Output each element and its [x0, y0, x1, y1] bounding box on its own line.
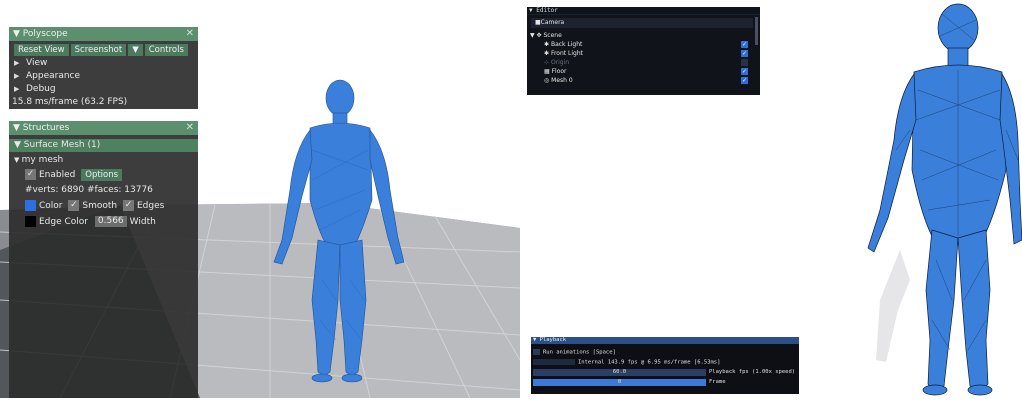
- origin-icon: ⊹: [544, 59, 550, 66]
- controls-button[interactable]: Controls: [144, 44, 188, 56]
- structures-panel-header[interactable]: ▼ Structures ✕: [9, 121, 198, 135]
- run-animations-label: Run animations [Space]: [543, 349, 616, 356]
- internal-stats-label: Internal 143.9 fps @ 6.95 ms/frame [6.53…: [578, 359, 721, 366]
- tree-item-appearance[interactable]: ▶ Appearance: [9, 70, 198, 83]
- collapse-triangle-icon: ▼: [530, 32, 535, 39]
- front-light-visibility-checkbox[interactable]: ✓: [741, 50, 748, 57]
- floor-visibility-checkbox[interactable]: ✓: [741, 68, 748, 75]
- polyscope-viewport[interactable]: ▼ Polyscope ✕ Reset View Screenshot ▼ Contr…: [0, 0, 520, 398]
- camera-label: Camera: [540, 19, 565, 26]
- reset-view-button[interactable]: Reset View: [14, 44, 69, 56]
- tree-item-label: View: [26, 58, 48, 68]
- scene-tree-header[interactable]: ▼ ✥ Scene: [527, 31, 760, 40]
- scene-item-label: Mesh 0: [551, 77, 573, 84]
- group-label: Surface Mesh (1): [23, 140, 101, 150]
- polyscope-panel: ▼ Polyscope ✕ Reset View Screenshot ▼ Contr…: [9, 27, 198, 109]
- scene-item-floor[interactable]: ▦ Floor ✓: [527, 67, 760, 76]
- scene-icon: ✥: [536, 32, 542, 39]
- light-icon: ✱: [544, 41, 550, 48]
- scene-item-label: Front Light: [550, 50, 584, 57]
- editor-panel-header[interactable]: ▼ Editor: [527, 7, 760, 15]
- editor-panel: ▼ Editor ■Camera ▼ ✥ Scene ✱ Back Light …: [527, 7, 760, 95]
- frame-slider[interactable]: 0: [533, 379, 706, 386]
- enabled-checkbox[interactable]: ✓: [25, 169, 36, 180]
- playback-title: Playback: [539, 337, 567, 343]
- mesh-icon: ◎: [544, 77, 550, 84]
- scene-label: Scene: [543, 32, 562, 39]
- mesh-0-visibility-checkbox[interactable]: ✓: [741, 77, 748, 84]
- editor-title: Editor: [536, 7, 558, 14]
- tree-item-label: Debug: [26, 84, 56, 94]
- scene-item-label: Origin: [550, 59, 570, 66]
- edges-checkbox[interactable]: ✓: [122, 200, 134, 211]
- mesh-tree-item[interactable]: ▼ my mesh: [9, 154, 198, 167]
- structures-panel: ▼ Structures ✕ ▼ Surface Mesh (1) ▼ my m…: [9, 121, 198, 398]
- scene-item-front-light[interactable]: ✱ Front Light ✓: [527, 49, 760, 58]
- collapse-triangle-icon: ▼: [14, 140, 24, 150]
- edges-label: Edges: [136, 201, 165, 211]
- edge-width-field[interactable]: 0.566: [94, 216, 127, 227]
- playback-fps-label: Playback fps (1.00x speed): [709, 369, 796, 375]
- playback-panel: ▼ Playback Run animations [Space] Intern…: [531, 337, 799, 394]
- collapse-triangle-icon[interactable]: ▼: [13, 123, 20, 133]
- color-label: Color: [39, 201, 63, 211]
- screenshot-button[interactable]: Screenshot: [70, 44, 127, 56]
- origin-visibility-checkbox[interactable]: [741, 59, 748, 66]
- enabled-label: Enabled: [39, 170, 76, 180]
- smooth-checkbox[interactable]: ✓: [68, 200, 80, 211]
- expand-triangle-icon: ▶: [14, 72, 20, 80]
- scene-item-mesh-0[interactable]: ◎ Mesh 0 ✓: [527, 76, 760, 85]
- polyscope-button-row: Reset View Screenshot ▼ Controls: [9, 44, 198, 57]
- tree-item-label: Appearance: [26, 71, 81, 81]
- polyscope-panel-header[interactable]: ▼ Polyscope ✕: [9, 27, 198, 41]
- tree-item-view[interactable]: ▶ View: [9, 57, 198, 70]
- color-row: Color ✓ Smooth ✓ Edges: [9, 200, 198, 213]
- scene-item-label: Floor: [551, 68, 567, 75]
- floor-icon: ▦: [544, 68, 550, 75]
- playback-panel-header[interactable]: ▼ Playback: [531, 337, 799, 344]
- expand-triangle-icon: ▶: [14, 85, 20, 93]
- collapse-triangle-icon[interactable]: ▼: [13, 29, 20, 39]
- scene-item-origin[interactable]: ⊹ Origin: [527, 58, 760, 67]
- tree-item-debug[interactable]: ▶ Debug: [9, 83, 198, 96]
- screenshot-options-arrow-icon[interactable]: ▼: [128, 44, 143, 56]
- internal-stats-bar: [533, 359, 575, 365]
- expand-triangle-icon: ▶: [14, 59, 20, 67]
- light-icon: ✱: [544, 50, 550, 57]
- internal-stats-row: Internal 143.9 fps @ 6.95 ms/frame [6.53…: [533, 359, 720, 366]
- playback-fps-field[interactable]: 60.0: [533, 369, 706, 376]
- smooth-label: Smooth: [82, 201, 118, 211]
- back-light-visibility-checkbox[interactable]: ✓: [741, 41, 748, 48]
- run-animations-row: Run animations [Space]: [533, 349, 616, 356]
- frame-stats: 15.8 ms/frame (63.2 FPS): [12, 97, 128, 107]
- edge-color-row: Edge Color 0.566 Width: [9, 216, 198, 229]
- mesh-name-label: my mesh: [21, 155, 64, 165]
- edge-color-label: Edge Color: [39, 217, 89, 227]
- collapse-triangle-icon: ▼: [14, 156, 22, 164]
- options-button[interactable]: Options: [81, 169, 123, 181]
- human-mesh-render: [867, 3, 1022, 396]
- width-label: Width: [129, 217, 156, 227]
- close-icon[interactable]: ✕: [186, 27, 194, 41]
- camera-item[interactable]: ■Camera: [531, 18, 753, 28]
- render-viewport[interactable]: [840, 0, 1022, 398]
- frame-label: Frame: [709, 379, 726, 385]
- scene-item-label: Back Light: [550, 41, 583, 48]
- scene-item-back-light[interactable]: ✱ Back Light ✓: [527, 40, 760, 49]
- run-animations-checkbox[interactable]: [533, 349, 540, 355]
- structures-panel-title: Structures: [22, 123, 70, 133]
- enabled-row: ✓ Enabled Options: [9, 169, 198, 182]
- mesh-counts: #verts: 6890 #faces: 13776: [25, 185, 153, 195]
- edge-color-swatch[interactable]: [25, 216, 36, 227]
- close-icon[interactable]: ✕: [186, 121, 194, 135]
- collapse-triangle-icon: ▼: [533, 337, 540, 343]
- polyscope-panel-title: Polyscope: [22, 29, 68, 39]
- surface-mesh-group-header[interactable]: ▼ Surface Mesh (1): [9, 139, 198, 152]
- mesh-color-swatch[interactable]: [25, 200, 36, 211]
